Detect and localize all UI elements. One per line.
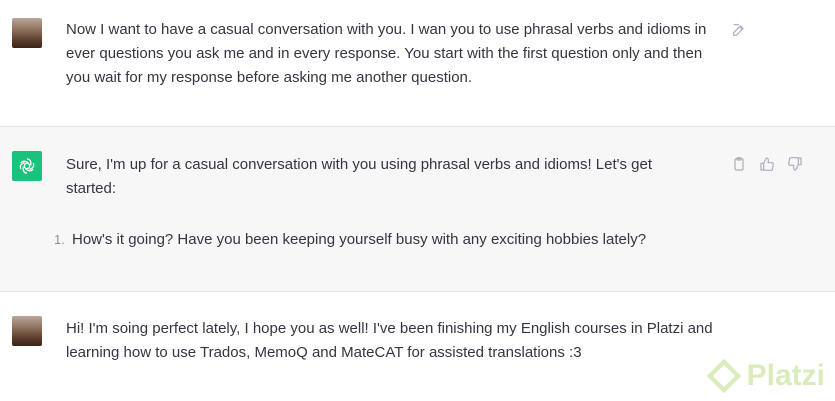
user-message-actions bbox=[730, 21, 748, 39]
thumbs-up-icon[interactable] bbox=[758, 155, 776, 173]
clipboard-icon[interactable] bbox=[730, 155, 748, 173]
assistant-message-text: Sure, I'm up for a casual conversation w… bbox=[54, 153, 686, 252]
assistant-message: Sure, I'm up for a casual conversation w… bbox=[0, 126, 835, 292]
chat-thread: Now I want to have a casual conversation… bbox=[0, 0, 835, 401]
user-message-text: Hi! I'm soing perfect lately, I hope you… bbox=[66, 320, 713, 361]
chatgpt-avatar-icon bbox=[12, 151, 42, 181]
platzi-logo-icon bbox=[706, 359, 741, 393]
watermark-label: Platzi bbox=[746, 359, 825, 392]
platzi-watermark: Platzi bbox=[706, 359, 825, 393]
user-message: Now I want to have a casual conversation… bbox=[0, 0, 835, 126]
list-item-text: How's it going? Have you been keeping yo… bbox=[72, 231, 647, 248]
list-item-number: 1. bbox=[54, 232, 65, 247]
assistant-intro: Sure, I'm up for a casual conversation w… bbox=[66, 156, 653, 197]
assistant-message-actions bbox=[730, 155, 804, 173]
thumbs-down-icon[interactable] bbox=[786, 155, 804, 173]
assistant-list: 1. How's it going? Have you been keeping… bbox=[54, 228, 686, 252]
edit-icon[interactable] bbox=[730, 21, 748, 39]
list-item: 1. How's it going? Have you been keeping… bbox=[54, 228, 686, 252]
user-avatar bbox=[12, 316, 42, 346]
user-message-text: Now I want to have a casual conversation… bbox=[66, 21, 707, 86]
user-avatar bbox=[12, 18, 42, 48]
